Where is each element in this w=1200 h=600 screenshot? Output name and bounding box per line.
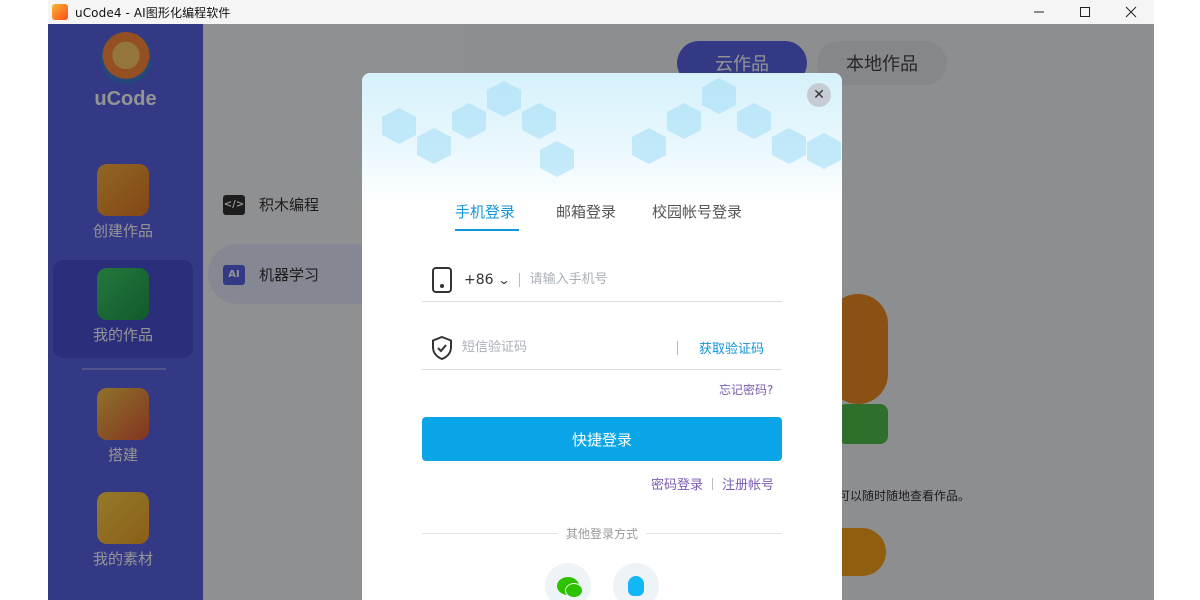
other-login-label: 其他登录方式 [566,526,639,541]
quick-login-button[interactable]: 快捷登录 [422,417,782,461]
title-bar: uCode4 - AI图形化编程软件 [48,0,1154,24]
app-logo-icon [52,4,68,20]
login-dialog: ✕ 手机登录 邮箱登录 校园帐号登录 +86 ⌄ 获取验证码 忘记密 [362,73,842,600]
divider-line [422,532,558,534]
hex-decoration [702,78,736,114]
hex-decoration [632,128,666,164]
hex-decoration [737,103,771,139]
tab-email-login[interactable]: 邮箱登录 [556,201,616,222]
hex-decoration [807,133,841,169]
window-title: uCode4 - AI图形化编程软件 [75,5,231,20]
dialog-header-pattern [362,73,842,203]
minimize-icon[interactable] [1016,0,1062,24]
hex-decoration [522,103,556,139]
password-login-link[interactable]: 密码登录 [651,474,703,493]
tab-phone-login[interactable]: 手机登录 [455,201,515,222]
hex-decoration [540,141,574,177]
phone-icon [432,266,452,293]
alternate-login-links: 密码登录 注册帐号 [651,474,774,493]
hex-decoration [382,108,416,144]
sms-code-field: 获取验证码 [422,326,782,370]
wechat-login-button[interactable] [545,563,591,600]
other-login-divider: 其他登录方式 [422,525,783,541]
login-method-tabs: 手机登录 邮箱登录 校园帐号登录 [362,198,842,238]
phone-input[interactable] [529,272,730,287]
qq-icon [628,576,644,596]
app-window: uCode4 - AI图形化编程软件 uCode 创建作品 我的作品 搭建 我的… [0,0,1200,600]
field-separator [518,272,520,287]
hex-decoration [417,128,451,164]
hex-decoration [772,128,806,164]
sms-code-input[interactable] [462,340,662,355]
maximize-icon[interactable] [1062,0,1108,24]
close-icon[interactable] [1108,0,1154,24]
country-code-value: +86 [464,271,494,288]
get-code-button[interactable]: 获取验证码 [699,338,764,357]
chevron-down-icon: ⌄ [497,272,511,287]
country-code-select[interactable]: +86 ⌄ [464,271,511,288]
qq-login-button[interactable] [613,563,659,600]
hex-decoration [452,103,486,139]
field-separator [677,340,678,355]
active-tab-underline [455,229,519,231]
hex-decoration [487,81,521,117]
shield-check-icon [432,335,452,360]
dialog-close-button[interactable]: ✕ [807,83,831,107]
wechat-icon [557,577,583,598]
divider-line [646,532,783,534]
phone-field: +86 ⌄ [422,258,782,302]
window-controls [1016,0,1154,24]
forgot-password-link[interactable]: 忘记密码? [719,381,773,398]
link-separator [712,477,714,490]
tab-campus-login[interactable]: 校园帐号登录 [652,201,742,222]
register-link[interactable]: 注册帐号 [722,474,774,493]
hex-decoration [667,103,701,139]
